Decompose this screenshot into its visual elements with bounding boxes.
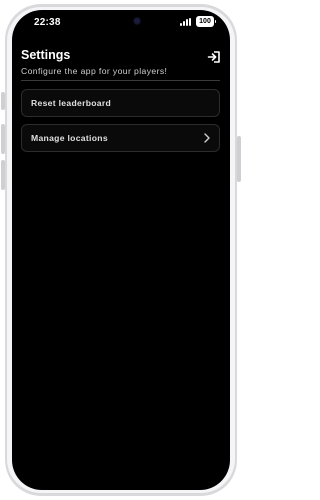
volume-up-button [1, 124, 5, 154]
setting-row-label: Reset leaderboard [31, 98, 112, 108]
page-title: Settings [21, 48, 71, 62]
app-screen: 22:38 100 Settings Configure the app for… [12, 10, 230, 490]
chevron-right-icon [204, 133, 210, 143]
power-button [237, 136, 241, 182]
action-button [1, 92, 5, 110]
status-bar: 22:38 100 [12, 10, 230, 34]
reset-leaderboard-button[interactable]: Reset leaderboard [21, 89, 220, 117]
status-time: 22:38 [34, 17, 61, 28]
manage-locations-button[interactable]: Manage locations [21, 124, 220, 152]
volume-down-button [1, 160, 5, 190]
logout-icon[interactable] [207, 50, 221, 64]
front-camera [134, 18, 140, 24]
battery-icon: 100 [196, 16, 216, 27]
page-subtitle: Configure the app for your players! [21, 66, 168, 76]
signal-icon [180, 18, 194, 26]
header-divider [21, 80, 220, 81]
setting-row-label: Manage locations [31, 133, 108, 143]
